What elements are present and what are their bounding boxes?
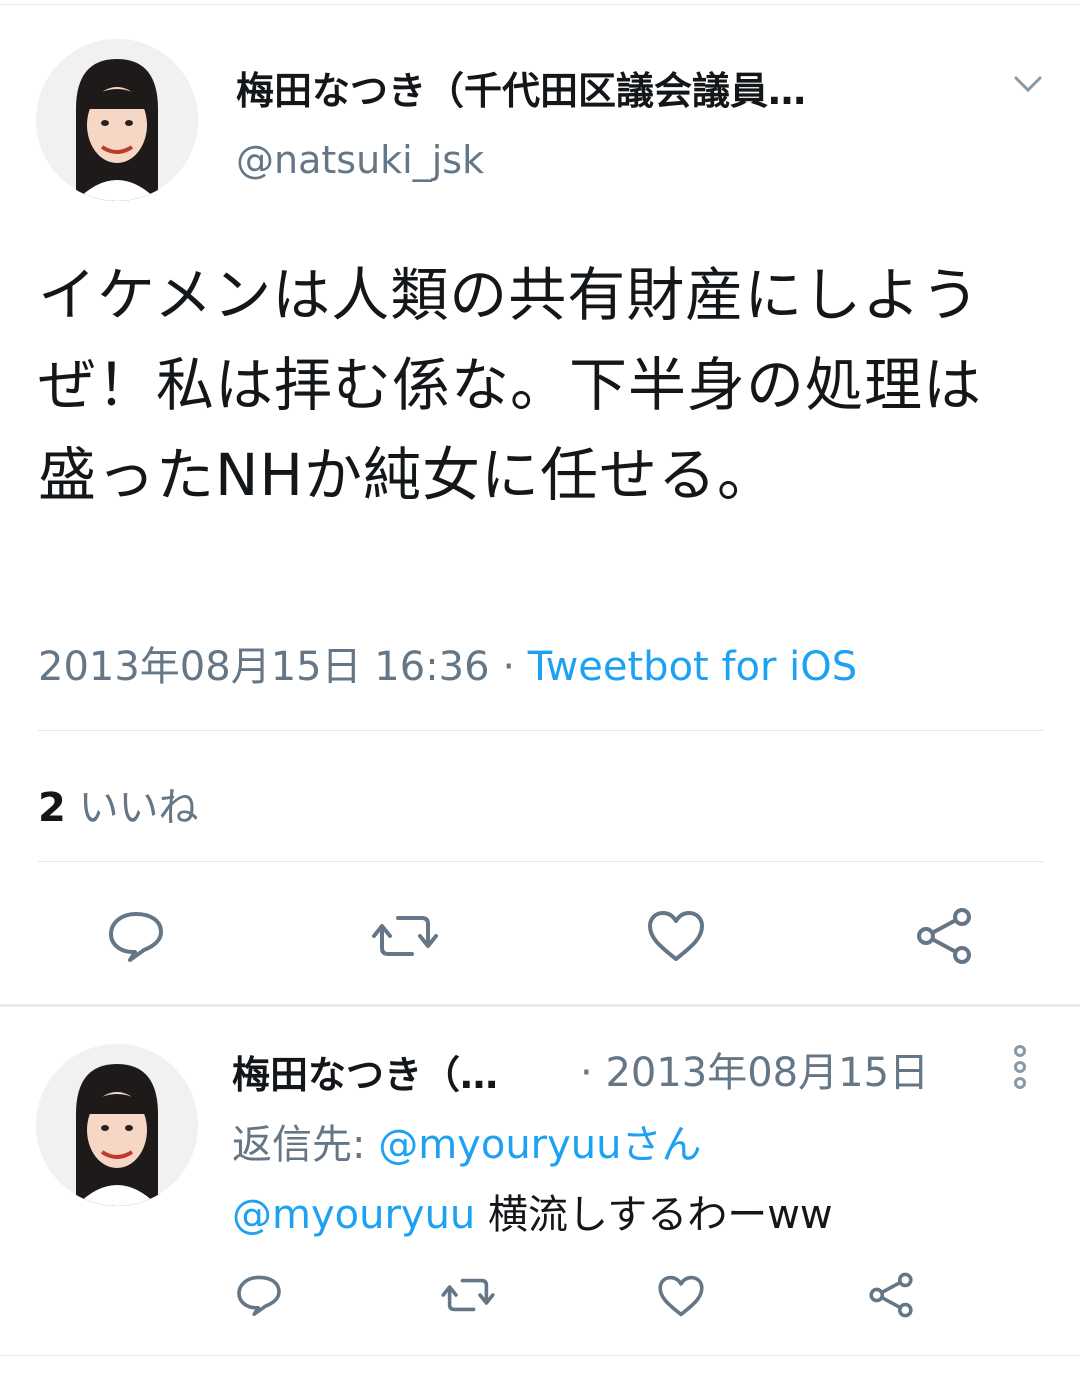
like-button[interactable] <box>656 1272 706 1320</box>
reply-date[interactable]: · 2013年08月15日 <box>580 1040 929 1098</box>
reply-author-display-name[interactable]: 梅田なつき（… <box>232 1044 562 1099</box>
more-options-icon[interactable] <box>1006 1044 1034 1090</box>
section-separator <box>0 1004 1080 1007</box>
like-icon <box>658 1275 704 1317</box>
retweet-icon <box>441 1278 495 1312</box>
reply-date-text: 2013年08月15日 <box>605 1050 930 1096</box>
share-button[interactable] <box>912 906 976 966</box>
tweet-meta: 2013年08月15日 16:36 · Tweetbot for iOS <box>38 634 857 692</box>
mention-link[interactable]: @myouryuu <box>232 1192 475 1238</box>
tweet-text: イケメンは人類の共有財産にしようぜ！私は拝む係な。下半身の処理は盛ったNHか純女… <box>38 261 983 509</box>
author-avatar[interactable] <box>36 39 198 201</box>
like-icon <box>648 911 704 961</box>
retweet-button[interactable] <box>440 1270 496 1320</box>
retweet-icon <box>372 916 438 956</box>
divider <box>38 861 1044 862</box>
likes-summary[interactable]: 2 いいね <box>38 775 199 833</box>
likes-label: いいね <box>78 785 199 831</box>
profile-photo-icon <box>36 1044 198 1206</box>
author-handle[interactable]: @natsuki_jsk <box>236 138 484 182</box>
reply-body: 横流しするわーww <box>488 1192 833 1238</box>
reply-to-line: 返信先: @myouryuuさん <box>232 1112 701 1170</box>
tweet-timestamp[interactable]: 2013年08月15日 16:36 <box>38 644 490 690</box>
like-button[interactable] <box>644 906 708 966</box>
author-display-name[interactable]: 梅田なつき（千代田区議会議員… <box>236 60 956 115</box>
divider <box>38 730 1044 731</box>
profile-photo-icon <box>36 39 198 201</box>
bottom-divider <box>0 1355 1080 1356</box>
reply-icon <box>109 912 163 962</box>
reply-author-avatar[interactable] <box>36 1044 198 1206</box>
meta-separator: · <box>502 644 516 690</box>
reply-to-user-link[interactable]: @myouryuuさん <box>378 1122 701 1168</box>
tweet-source-link[interactable]: Tweetbot for iOS <box>528 644 857 690</box>
date-separator: · <box>580 1050 593 1096</box>
reply-icon <box>237 1275 281 1316</box>
share-icon <box>869 1272 913 1318</box>
retweet-button[interactable] <box>370 906 440 966</box>
reply-button[interactable] <box>234 1270 284 1320</box>
reply-to-label: 返信先: <box>232 1122 366 1168</box>
likes-count: 2 <box>38 785 66 831</box>
chevron-down-icon[interactable] <box>1010 66 1046 102</box>
reply-button[interactable] <box>104 906 168 966</box>
reply-text: @myouryuu 横流しするわーww <box>232 1182 833 1240</box>
share-button[interactable] <box>866 1270 916 1320</box>
top-divider <box>0 4 1080 5</box>
share-icon <box>917 908 971 964</box>
